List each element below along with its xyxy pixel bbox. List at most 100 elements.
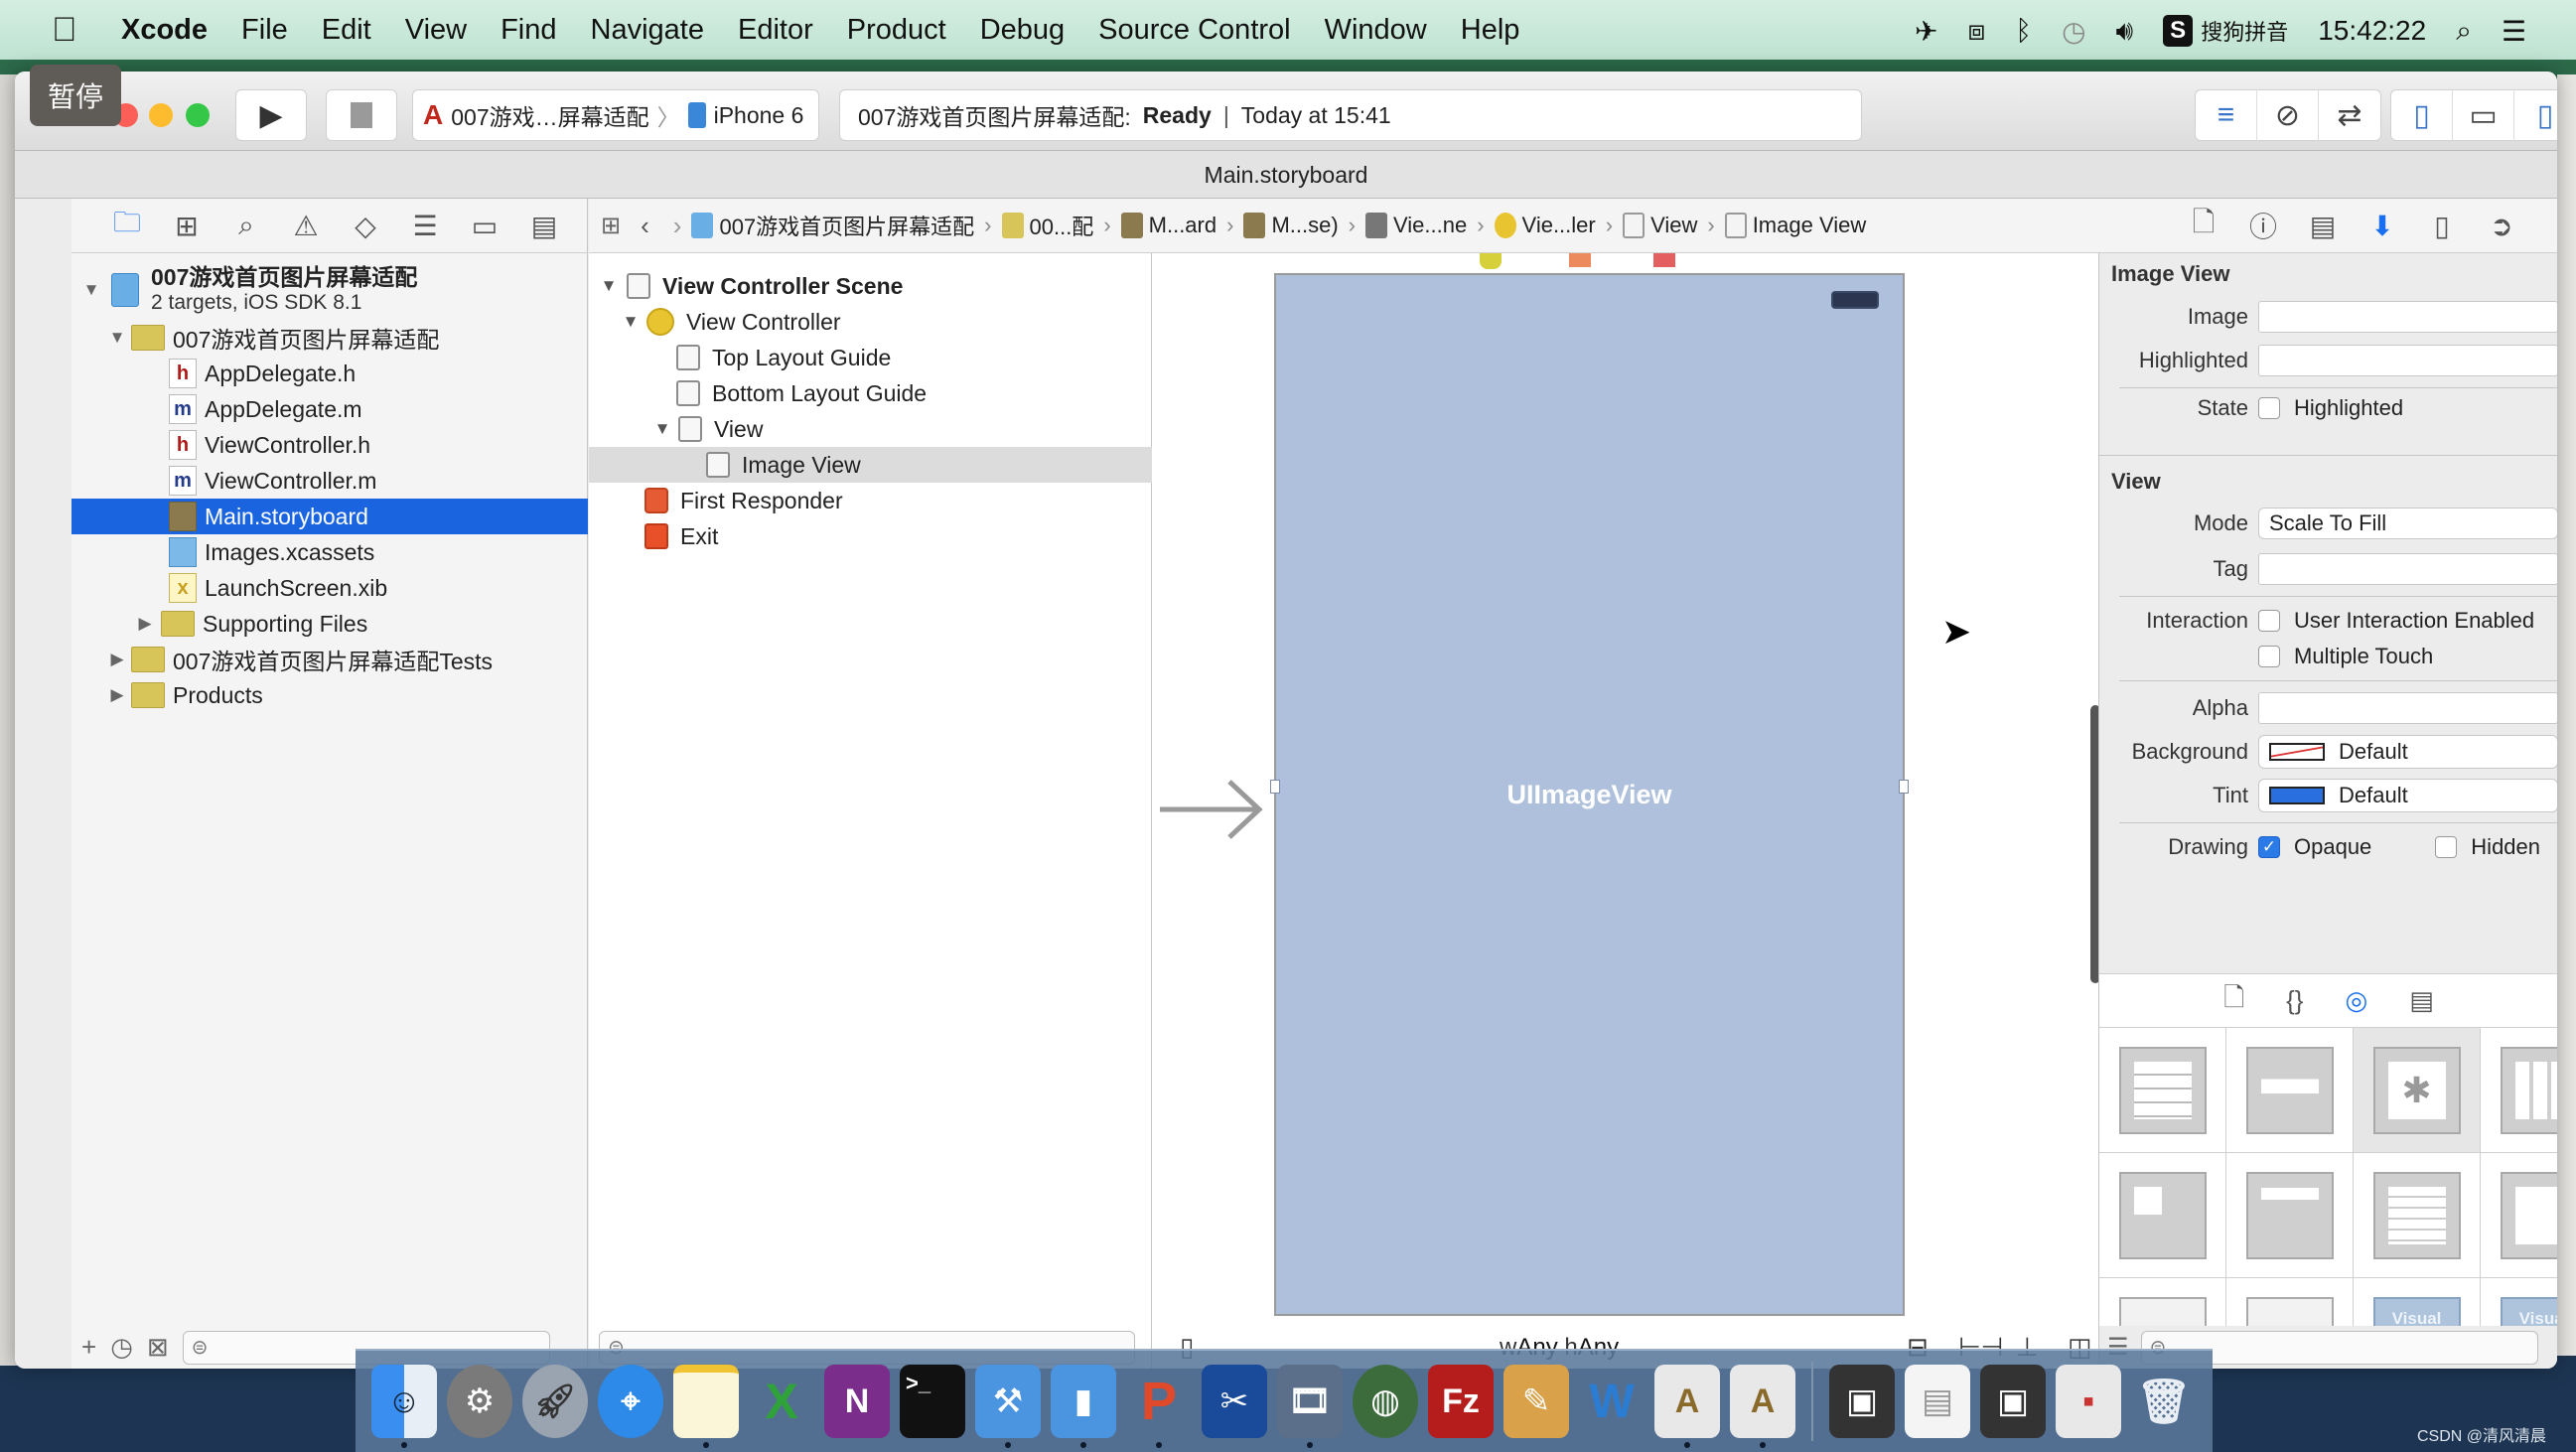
menu-debug[interactable]: Debug — [980, 14, 1065, 47]
outline-row-view-controller[interactable]: ▼ View Controller — [589, 304, 1152, 340]
outline-row-exit[interactable]: Exit — [589, 518, 1152, 554]
dock-minimized-window[interactable]: ▣ — [1829, 1365, 1895, 1438]
alpha-input[interactable] — [2258, 692, 2557, 724]
code-snippet-library-icon[interactable]: {} — [2286, 985, 2303, 1016]
menu-window[interactable]: Window — [1325, 14, 1427, 47]
file-template-library-icon[interactable]: 🗋︎ — [2223, 979, 2244, 1023]
resize-handle-left[interactable] — [1270, 780, 1280, 794]
dock-sketch-icon[interactable]: ✎ — [1503, 1365, 1569, 1438]
disclosure-closed-icon[interactable]: ▶ — [135, 614, 155, 634]
zoom-window-button[interactable] — [186, 103, 210, 127]
menu-file[interactable]: File — [241, 14, 288, 47]
storyboard-canvas[interactable]: UIImageView ▯ wAny hAny ⊟ ⊢⊣ ⊥ ◫ — [1152, 253, 2113, 1369]
source-control-filter-icon[interactable]: ⊠ — [147, 1332, 169, 1363]
symbol-navigator-icon[interactable]: ⊞ — [166, 205, 208, 246]
multiple-touch-checkbox[interactable] — [2258, 646, 2280, 667]
image-view-canvas-element[interactable]: UIImageView — [1270, 273, 1909, 1316]
dock-xcode-icon[interactable]: ⚒ — [975, 1365, 1041, 1448]
menu-source-control[interactable]: Source Control — [1098, 14, 1290, 47]
library-item-visual-effect-view[interactable]: Visual Effect View — [2354, 1278, 2481, 1326]
apple-menu-icon[interactable]:  — [52, 11, 85, 50]
group-row[interactable]: ▶ Products — [72, 677, 588, 713]
outline-row-image-view[interactable]: Image View — [589, 447, 1152, 483]
version-editor-icon[interactable]: ⇄ — [2319, 89, 2380, 141]
tint-color-select[interactable]: Default — [2258, 779, 2557, 812]
breadcrumb-scene[interactable]: Vie...ne — [1365, 213, 1467, 238]
dock-simulator-icon[interactable]: ▮ — [1051, 1365, 1116, 1448]
highlighted-image-input[interactable] — [2258, 345, 2557, 376]
disclosure-open-icon[interactable]: ▼ — [107, 328, 127, 348]
resize-handle-right[interactable] — [1899, 780, 1909, 794]
breadcrumb-view[interactable]: View — [1623, 213, 1697, 238]
volume-icon[interactable]: 🔊︎ — [2116, 15, 2134, 48]
first-responder-dock-icon[interactable] — [1569, 253, 1591, 267]
test-navigator-icon[interactable]: ◇ — [345, 205, 386, 246]
breadcrumb-storyboard-base[interactable]: M...se) — [1243, 213, 1339, 238]
library-item-visual-effect-view-vibrancy[interactable]: Visual Effect View — [2481, 1278, 2557, 1326]
toggle-debug-area-icon[interactable]: ▭ — [2453, 89, 2514, 141]
breadcrumb-project[interactable]: 007游戏首页图片屏幕适配 — [691, 210, 974, 241]
related-items-icon[interactable]: ⊞ — [601, 212, 621, 240]
library-item-collection-view[interactable] — [2481, 1028, 2557, 1153]
dock-instruments-icon[interactable]: A — [1730, 1365, 1795, 1448]
menu-edit[interactable]: Edit — [322, 14, 371, 47]
object-library-icon[interactable]: ◎ — [2346, 985, 2368, 1016]
outline-row-bottom-layout-guide[interactable]: Bottom Layout Guide — [589, 375, 1152, 411]
library-item-collection-view-cell[interactable] — [2099, 1153, 2226, 1278]
tag-input[interactable] — [2258, 553, 2557, 585]
file-row-selected[interactable]: Main.storyboard — [72, 499, 588, 534]
disclosure-open-icon[interactable]: ▼ — [81, 280, 101, 300]
dock-notes-icon[interactable] — [673, 1365, 739, 1448]
breadcrumb-group[interactable]: 00...配 — [1001, 210, 1093, 241]
dock-word-icon[interactable]: W — [1579, 1365, 1645, 1438]
file-row[interactable]: h ViewController.h — [72, 427, 588, 463]
scheme-selector[interactable]: A 007游戏…屏幕适配 〉 iPhone 6 — [412, 89, 819, 141]
breadcrumb-storyboard[interactable]: M...ard — [1120, 213, 1216, 238]
file-row[interactable]: x LaunchScreen.xib — [72, 570, 588, 606]
dock-onenote-icon[interactable]: N — [824, 1365, 890, 1438]
file-row[interactable]: m AppDelegate.m — [72, 391, 588, 427]
toggle-navigator-icon[interactable]: ▯ — [2391, 89, 2453, 141]
project-row[interactable]: ▼ 007游戏首页图片屏幕适配 2 targets, iOS SDK 8.1 — [72, 260, 588, 320]
menu-product[interactable]: Product — [847, 14, 946, 47]
dock-screenshot-icon[interactable]: ✂ — [1202, 1365, 1267, 1438]
device-name[interactable]: iPhone 6 — [714, 102, 804, 129]
dock-powerpoint-icon[interactable]: P — [1126, 1365, 1192, 1448]
disclosure-closed-icon[interactable]: ▶ — [107, 685, 127, 705]
library-item-table-view-cell[interactable] — [2226, 1028, 2354, 1153]
size-inspector-ruler-icon[interactable]: ▯ — [2422, 206, 2462, 245]
attributes-inspector-icon[interactable]: ⬇ — [2362, 206, 2402, 245]
breadcrumb-image-view[interactable]: Image View — [1724, 213, 1866, 238]
view-controller-dock-icon[interactable] — [1480, 253, 1502, 269]
dock-minimized-window[interactable]: ▪ — [2056, 1365, 2121, 1438]
disclosure-closed-icon[interactable]: ▶ — [107, 650, 127, 669]
file-inspector-icon[interactable]: 🗋︎ — [2184, 206, 2223, 245]
bluetooth-icon[interactable]: ᛒ — [2015, 15, 2032, 47]
disclosure-open-icon[interactable]: ▼ — [619, 312, 643, 332]
menu-app-name[interactable]: Xcode — [121, 14, 208, 47]
dock-launchpad-icon[interactable]: 🚀︎ — [522, 1365, 588, 1438]
opaque-checkbox[interactable]: ✓ — [2258, 836, 2280, 858]
standard-editor-icon[interactable]: ≡ — [2196, 89, 2257, 141]
dock-filezilla-icon[interactable]: Fz — [1428, 1365, 1494, 1438]
issue-navigator-warning-icon[interactable]: ⚠ — [285, 205, 327, 246]
content-mode-select[interactable]: Scale To Fill — [2258, 508, 2557, 539]
disclosure-open-icon[interactable]: ▼ — [650, 419, 674, 439]
find-navigator-search-icon[interactable]: ⌕ — [225, 205, 267, 246]
outline-row-top-layout-guide[interactable]: Top Layout Guide — [589, 340, 1152, 375]
dock-network-icon[interactable]: ◍ — [1353, 1365, 1418, 1438]
screen-record-icon[interactable]: ⧈ — [1967, 15, 1985, 48]
file-row[interactable]: h AppDelegate.h — [72, 356, 588, 391]
user-interaction-checkbox[interactable] — [2258, 610, 2280, 632]
library-item-text-view[interactable] — [2354, 1153, 2481, 1278]
dock-trash-icon[interactable]: 🗑︎ — [2131, 1365, 2197, 1438]
library-item-date-picker[interactable]: January 1 2013 — [2099, 1278, 2226, 1326]
menu-view[interactable]: View — [405, 14, 467, 47]
run-button[interactable]: ▶ — [235, 89, 307, 141]
exit-dock-icon[interactable] — [1653, 253, 1675, 267]
back-button[interactable]: ‹ — [641, 211, 649, 241]
minimize-window-button[interactable] — [149, 103, 173, 127]
add-icon[interactable]: + — [81, 1332, 96, 1363]
outline-row-first-responder[interactable]: First Responder — [589, 483, 1152, 518]
toggle-utilities-icon[interactable]: ▯ — [2514, 89, 2557, 141]
